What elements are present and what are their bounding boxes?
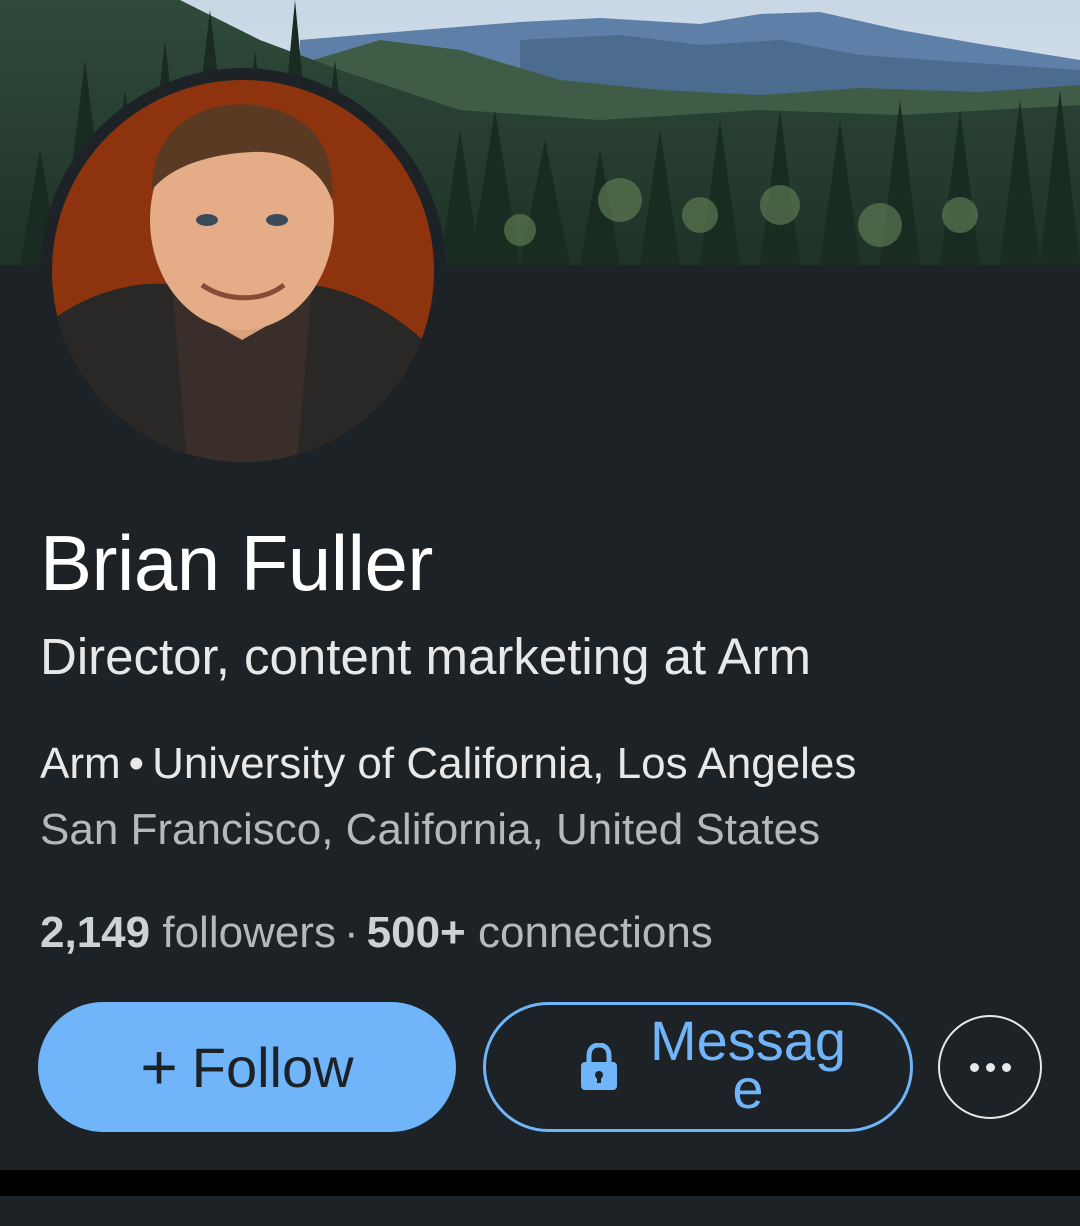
profile-location: San Francisco, California, United States: [40, 805, 821, 854]
followers-label: followers: [162, 908, 336, 957]
section-divider: [0, 1170, 1080, 1196]
message-label: Message: [649, 1009, 847, 1120]
profile-headline: Director, content marketing at Arm: [40, 628, 811, 685]
more-horizontal-icon: [969, 1062, 1011, 1072]
profile-page: Brian Fuller Director, content marketing…: [0, 0, 1080, 1226]
connections-label: connections: [477, 908, 713, 957]
next-section-edge: [0, 1196, 1080, 1226]
follow-button[interactable]: + Follow: [38, 1002, 456, 1132]
network-stats: 2,149 followers · 500+ connections: [40, 906, 713, 960]
follow-label: Follow: [191, 1035, 354, 1099]
company-education-line: Arm • University of California, Los Angele…: [40, 737, 856, 791]
school-name[interactable]: University of California, Los Angeles: [152, 739, 856, 788]
profile-name: Brian Fuller: [40, 519, 433, 607]
message-button[interactable]: Message: [483, 1002, 913, 1132]
connections-count: 500+: [366, 908, 466, 957]
more-options-button[interactable]: [938, 1015, 1042, 1119]
stats-separator: ·: [343, 908, 359, 957]
plus-icon: +: [140, 1031, 178, 1103]
bullet-separator: •: [128, 739, 145, 788]
current-company[interactable]: Arm: [40, 739, 121, 788]
lock-icon: [581, 1043, 617, 1090]
profile-avatar[interactable]: [40, 68, 446, 474]
followers-count: 2,149: [40, 908, 151, 957]
